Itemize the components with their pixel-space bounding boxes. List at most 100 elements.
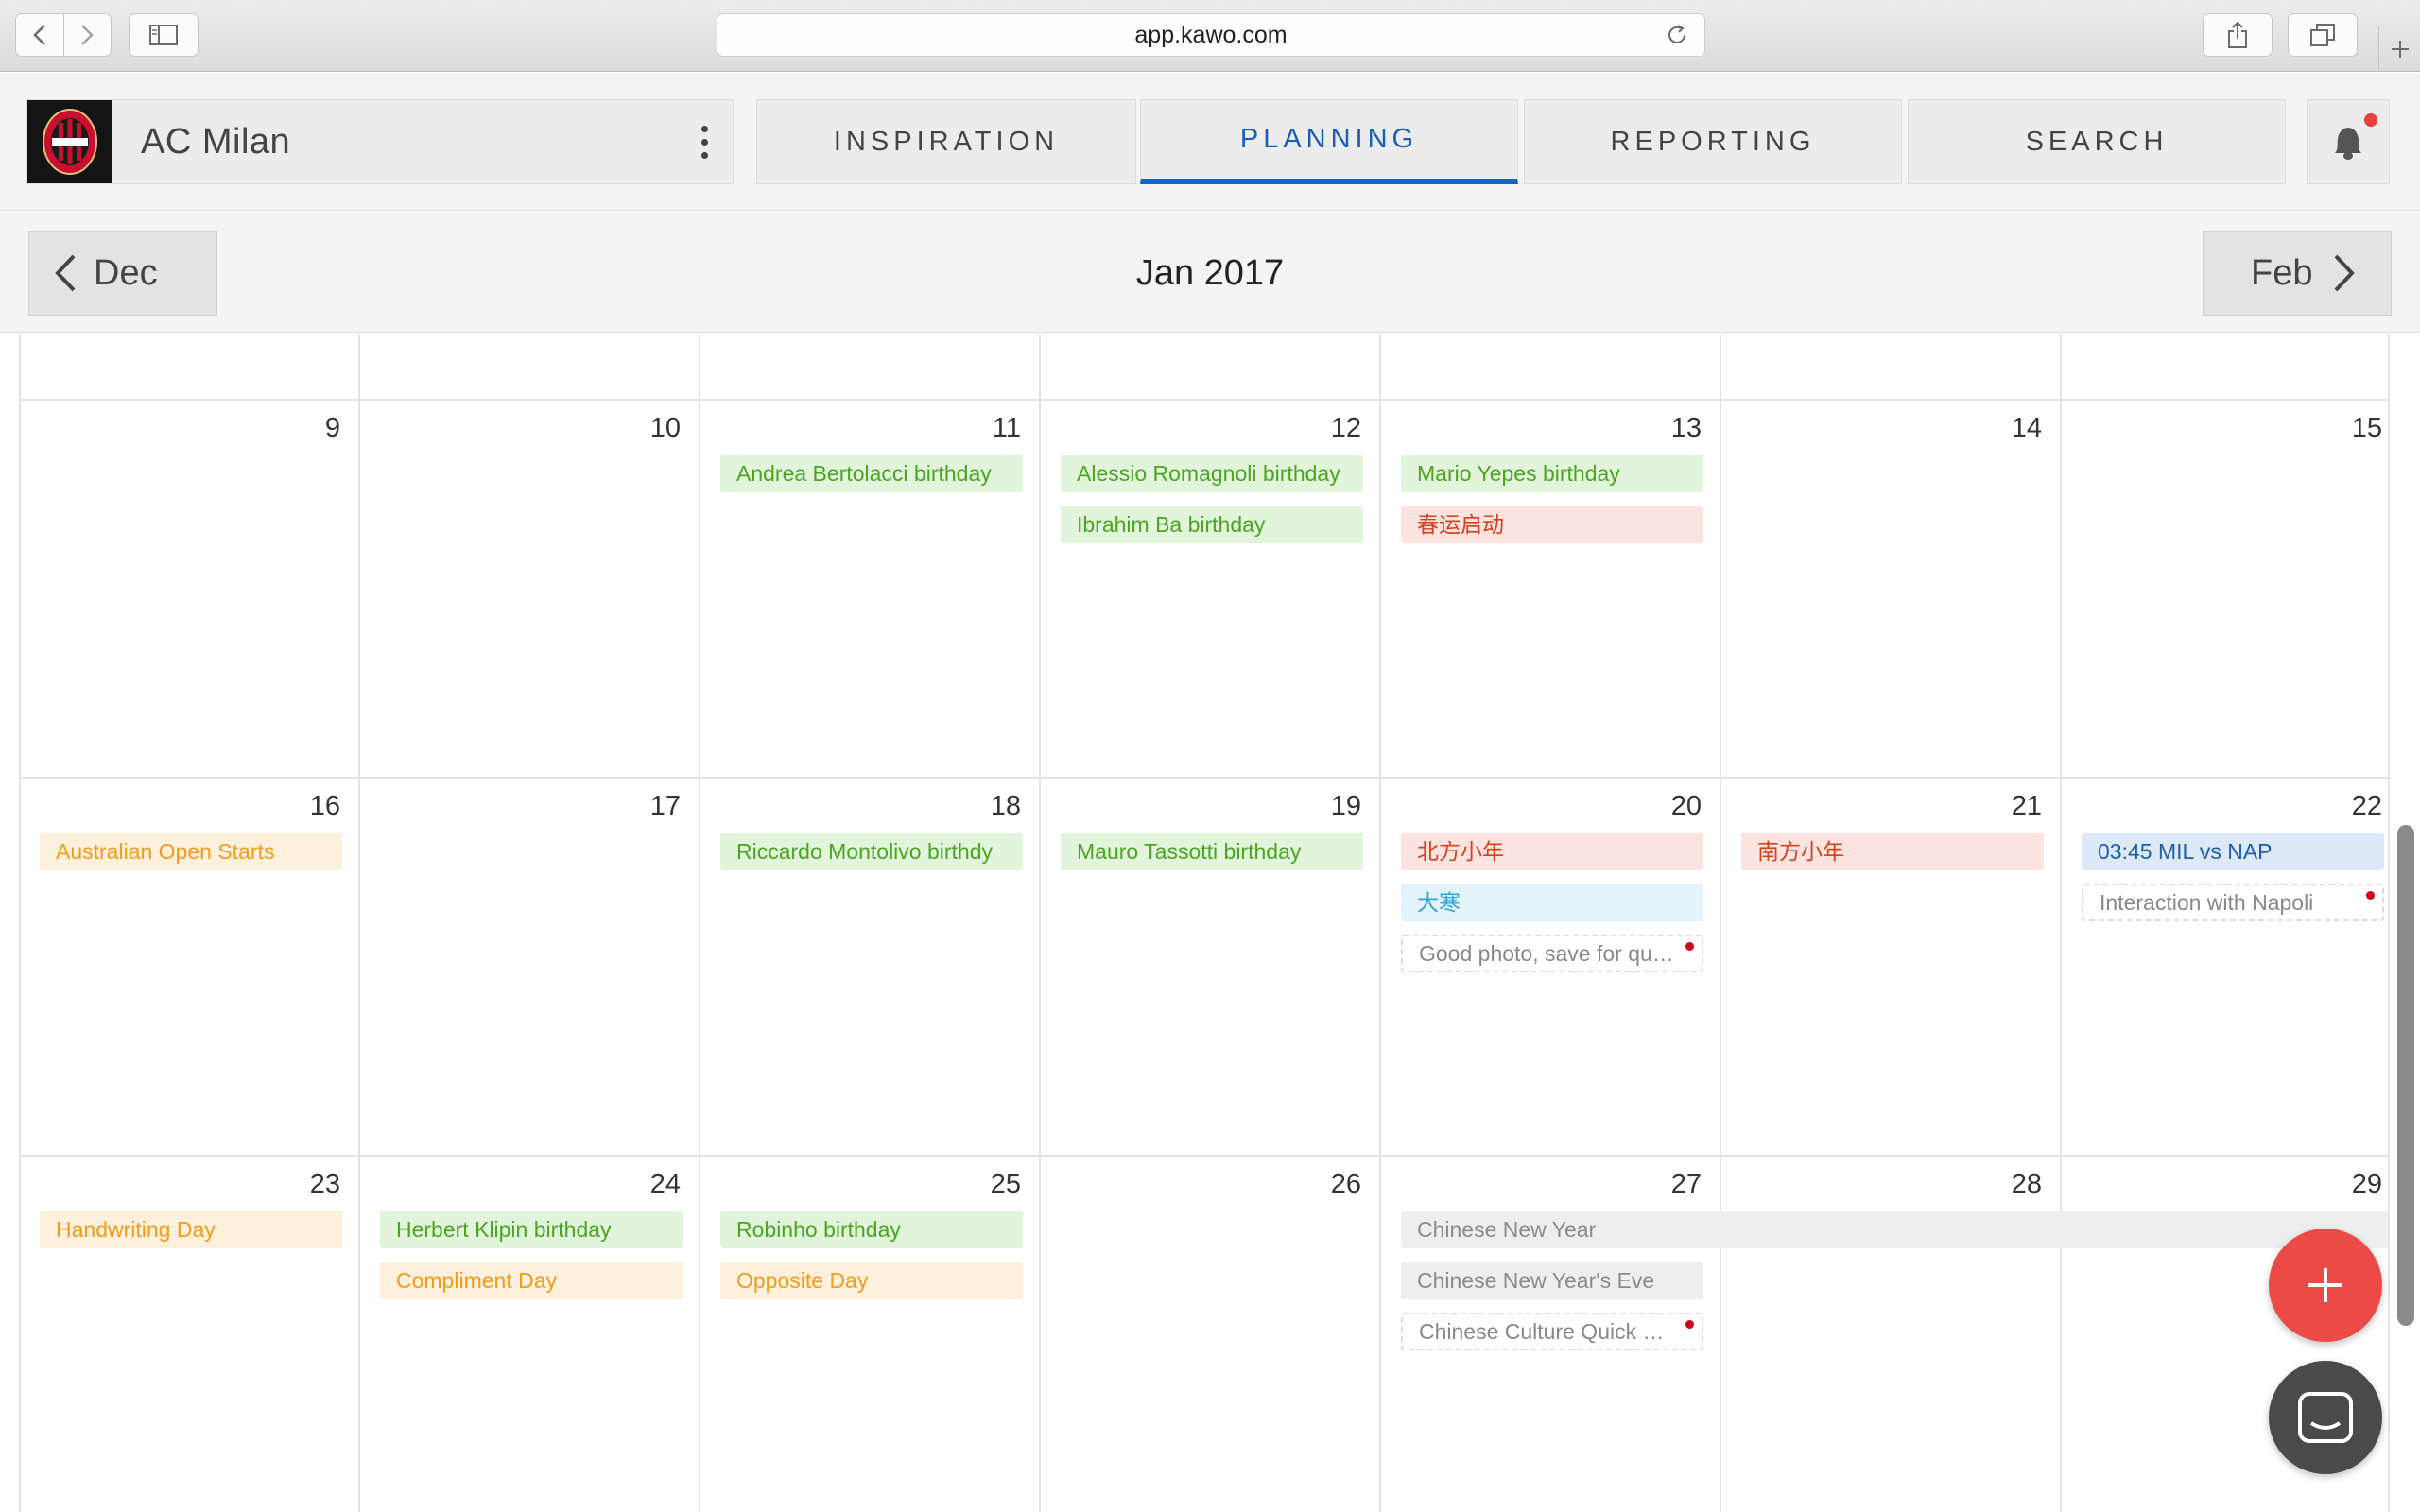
chevron-right-icon	[2335, 254, 2356, 292]
address-bar[interactable]: app.kawo.com	[717, 13, 1705, 57]
sidebar-toggle-button[interactable]	[129, 13, 199, 57]
url-text: app.kawo.com	[1134, 21, 1288, 48]
event-label: Chinese New Year	[1417, 1217, 1597, 1242]
event-label: Chinese Culture Quick Qu...	[1419, 1319, 1690, 1344]
calendar-event[interactable]: Ibrahim Ba birthday	[1061, 506, 1363, 543]
day-number: 11	[992, 413, 1021, 443]
calendar-event[interactable]: 大寒	[1401, 884, 1703, 921]
add-post-button[interactable]	[2269, 1228, 2382, 1342]
day-number: 20	[1670, 791, 1702, 821]
event-label: Handwriting Day	[56, 1217, 216, 1242]
browser-toolbar: app.kawo.com	[0, 0, 2420, 72]
day-number: 17	[649, 791, 681, 821]
calendar-event[interactable]: Chinese New Year's Eve	[1401, 1262, 1703, 1299]
tab-reporting[interactable]: REPORTING	[1524, 99, 1902, 184]
calendar-day-cell[interactable]	[359, 778, 700, 1156]
event-label: Andrea Bertolacci birthday	[736, 461, 992, 486]
calendar-event[interactable]: Handwriting Day	[40, 1211, 342, 1248]
post-draft-item[interactable]: Chinese Culture Quick Qu...	[1401, 1313, 1703, 1350]
day-number: 12	[1330, 413, 1361, 443]
calendar-event[interactable]: Herbert Klipin birthday	[380, 1211, 683, 1248]
share-button[interactable]	[2203, 13, 2273, 57]
tab-search[interactable]: SEARCH	[1908, 99, 2286, 184]
kebab-dot	[700, 138, 708, 146]
calendar-event[interactable]: Mauro Tassotti birthday	[1061, 833, 1363, 870]
forward-button[interactable]	[62, 14, 112, 56]
event-label: Ibrahim Ba birthday	[1077, 512, 1266, 537]
calendar-day-cell[interactable]	[359, 1156, 700, 1512]
post-draft-item[interactable]: Good photo, save for quo...	[1401, 935, 1703, 972]
event-label: 03:45 MIL vs NAP	[2098, 839, 2273, 864]
calendar-event[interactable]: Mario Yepes birthday	[1401, 455, 1703, 492]
event-label: 春运启动	[1417, 512, 1504, 537]
calendar-event[interactable]: Opposite Day	[720, 1262, 1023, 1299]
calendar-event[interactable]: 南方小年	[1741, 833, 2044, 870]
day-number: 24	[649, 1169, 681, 1199]
team-logo	[27, 100, 112, 183]
team-menu-button[interactable]	[676, 100, 733, 183]
event-label: Mauro Tassotti birthday	[1077, 839, 1302, 864]
day-number: 26	[1330, 1169, 1361, 1199]
day-number: 15	[2351, 413, 2382, 443]
calendar-event[interactable]: Andrea Bertolacci birthday	[720, 455, 1023, 492]
calendar-day-cell[interactable]	[1720, 1156, 2061, 1512]
event-label: 北方小年	[1417, 839, 1504, 864]
calendar-event[interactable]: Alessio Romagnoli birthday	[1061, 455, 1363, 492]
app-header: AC Milan INSPIRATION PLANNING REPORTING …	[0, 73, 2420, 211]
next-month-label: Feb	[2251, 252, 2313, 293]
month-navigation: Dec Jan 2017 Feb	[0, 212, 2420, 333]
day-number: 9	[324, 413, 340, 443]
calendar-event[interactable]: Robinho birthday	[720, 1211, 1023, 1248]
event-label: Riccardo Montolivo birthdy	[736, 839, 994, 864]
calendar-grid: 9 10 11 Andrea Bertolacci birthday 12 Alessio…	[19, 334, 2390, 1512]
calendar-day-cell[interactable]	[1040, 1156, 1380, 1512]
calendar-day-cell[interactable]	[1720, 400, 2061, 778]
tab-inspiration[interactable]: INSPIRATION	[756, 99, 1136, 184]
next-month-button[interactable]: Feb	[2203, 231, 2392, 316]
calendar-event[interactable]: 春运启动	[1401, 506, 1703, 543]
tab-planning[interactable]: PLANNING	[1140, 99, 1518, 184]
day-number: 18	[990, 791, 1021, 821]
day-number: 19	[1330, 791, 1361, 821]
day-number: 28	[2011, 1169, 2042, 1199]
day-number: 29	[2351, 1169, 2382, 1199]
unread-dot	[1685, 942, 1694, 951]
back-button[interactable]	[16, 14, 63, 56]
event-label: Good photo, save for quo...	[1419, 941, 1683, 966]
day-number: 27	[1670, 1169, 1702, 1199]
calendar-day-cell[interactable]	[19, 400, 359, 778]
post-draft-item[interactable]: Interaction with Napoli	[2082, 884, 2384, 921]
calendar-day-cell[interactable]	[2061, 400, 2390, 778]
chevron-right-icon	[81, 25, 95, 45]
calendar-day-cell[interactable]	[700, 1156, 1040, 1512]
tabs-overview-button[interactable]	[2288, 13, 2358, 57]
event-label: 南方小年	[1757, 839, 1844, 864]
calendar-event[interactable]: 03:45 MIL vs NAP	[2082, 833, 2384, 870]
browser-nav-buttons	[15, 13, 112, 57]
calendar-event[interactable]: 北方小年	[1401, 833, 1703, 870]
chat-button[interactable]	[2269, 1361, 2382, 1474]
event-label: Alessio Romagnoli birthday	[1077, 461, 1340, 486]
month-title: Jan 2017	[1135, 253, 1285, 293]
calendar-event[interactable]: Compliment Day	[380, 1262, 683, 1299]
calendar-event[interactable]: Australian Open Starts	[40, 833, 342, 870]
day-number: 23	[309, 1169, 340, 1199]
page-scrollbar[interactable]	[2397, 825, 2414, 1326]
day-number: 10	[649, 413, 681, 443]
calendar-day-cell[interactable]	[359, 400, 700, 778]
calendar-day-cell[interactable]	[19, 1156, 359, 1512]
day-number: 25	[990, 1169, 1021, 1199]
event-label: Mario Yepes birthday	[1417, 461, 1620, 486]
calendar-event[interactable]: Riccardo Montolivo birthdy	[720, 833, 1023, 870]
team-selector[interactable]: AC Milan	[26, 99, 734, 184]
sidebar-icon	[149, 25, 178, 45]
day-number: 16	[309, 791, 340, 821]
team-name: AC Milan	[141, 121, 291, 162]
event-label: 大寒	[1417, 890, 1461, 915]
new-tab-button[interactable]	[2378, 26, 2420, 72]
notifications-button[interactable]	[2307, 99, 2390, 184]
day-number: 22	[2351, 791, 2382, 821]
notification-badge	[2364, 113, 2377, 127]
reload-button[interactable]	[1665, 23, 1689, 54]
plus-icon	[2391, 41, 2409, 58]
